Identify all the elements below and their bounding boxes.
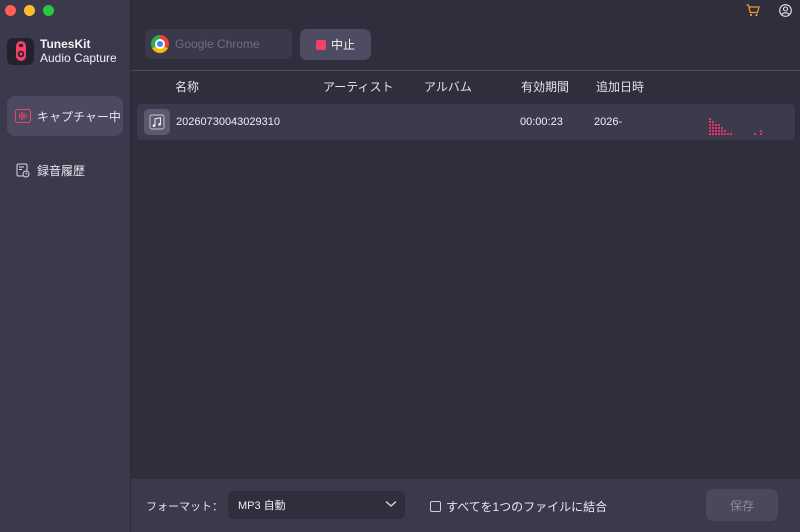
- topbar-icons: [746, 3, 792, 17]
- brand-name: TunesKit Audio Capture: [40, 37, 117, 65]
- column-header-name: 名称: [175, 80, 200, 94]
- column-header-added: 追加日時: [596, 80, 645, 94]
- save-button[interactable]: 保存: [706, 489, 778, 521]
- app-logo-icon: [7, 37, 34, 65]
- column-header-album: アルバム: [424, 80, 472, 94]
- window-controls: [5, 5, 54, 16]
- format-label: フォーマット：: [146, 501, 223, 513]
- merge-label: すべてを1つのファイルに結合: [446, 500, 608, 514]
- stop-button[interactable]: 中止: [300, 29, 371, 60]
- stop-icon: [315, 39, 326, 50]
- brand-line1: TunesKit: [40, 37, 91, 51]
- toolbar-divider: [131, 70, 800, 71]
- brand-line2: Audio Capture: [40, 51, 117, 65]
- merge-option[interactable]: すべてを1つのファイルに結合: [430, 498, 607, 515]
- format-select[interactable]: MP3 自動: [228, 491, 405, 519]
- history-file-icon: [15, 162, 31, 178]
- minimize-window-button[interactable]: [24, 5, 35, 16]
- format-value: MP3 自動: [238, 500, 286, 512]
- sidebar: TunesKit Audio Capture キャプチャー中 録音履歴: [0, 0, 131, 532]
- music-note-icon: [144, 109, 170, 135]
- save-button-label: 保存: [729, 498, 754, 513]
- track-added: 2026-: [594, 116, 623, 128]
- account-icon[interactable]: [778, 3, 792, 17]
- close-window-button[interactable]: [5, 5, 16, 16]
- column-header-duration: 有効期間: [521, 80, 570, 94]
- stop-button-label: 中止: [330, 38, 355, 52]
- audio-source-selector[interactable]: Google Chrome: [145, 29, 292, 59]
- sidebar-item-label: 録音履歴: [37, 163, 86, 178]
- merge-checkbox[interactable]: [430, 501, 441, 512]
- sidebar-item-capturing[interactable]: キャプチャー中: [7, 96, 123, 136]
- table-row[interactable]: 20260730043029310 00:00:23 2026-: [137, 104, 795, 140]
- track-name: 20260730043029310: [176, 116, 281, 128]
- column-header-artist: アーティスト: [323, 80, 394, 94]
- chevron-down-icon: [385, 499, 397, 511]
- track-duration: 00:00:23: [520, 116, 563, 128]
- footer-bar: フォーマット： MP3 自動 すべてを1つのファイルに結合 保存: [131, 479, 800, 532]
- source-label: Google Chrome: [175, 37, 260, 51]
- brand: TunesKit Audio Capture: [7, 37, 117, 65]
- audio-level-visualizer: [709, 118, 762, 135]
- sidebar-item-label: キャプチャー中: [37, 109, 121, 124]
- cart-icon[interactable]: [746, 3, 760, 17]
- waveform-icon: [15, 108, 31, 124]
- zoom-window-button[interactable]: [43, 5, 54, 16]
- chrome-icon: [151, 35, 169, 53]
- sidebar-item-history[interactable]: 録音履歴: [7, 150, 123, 190]
